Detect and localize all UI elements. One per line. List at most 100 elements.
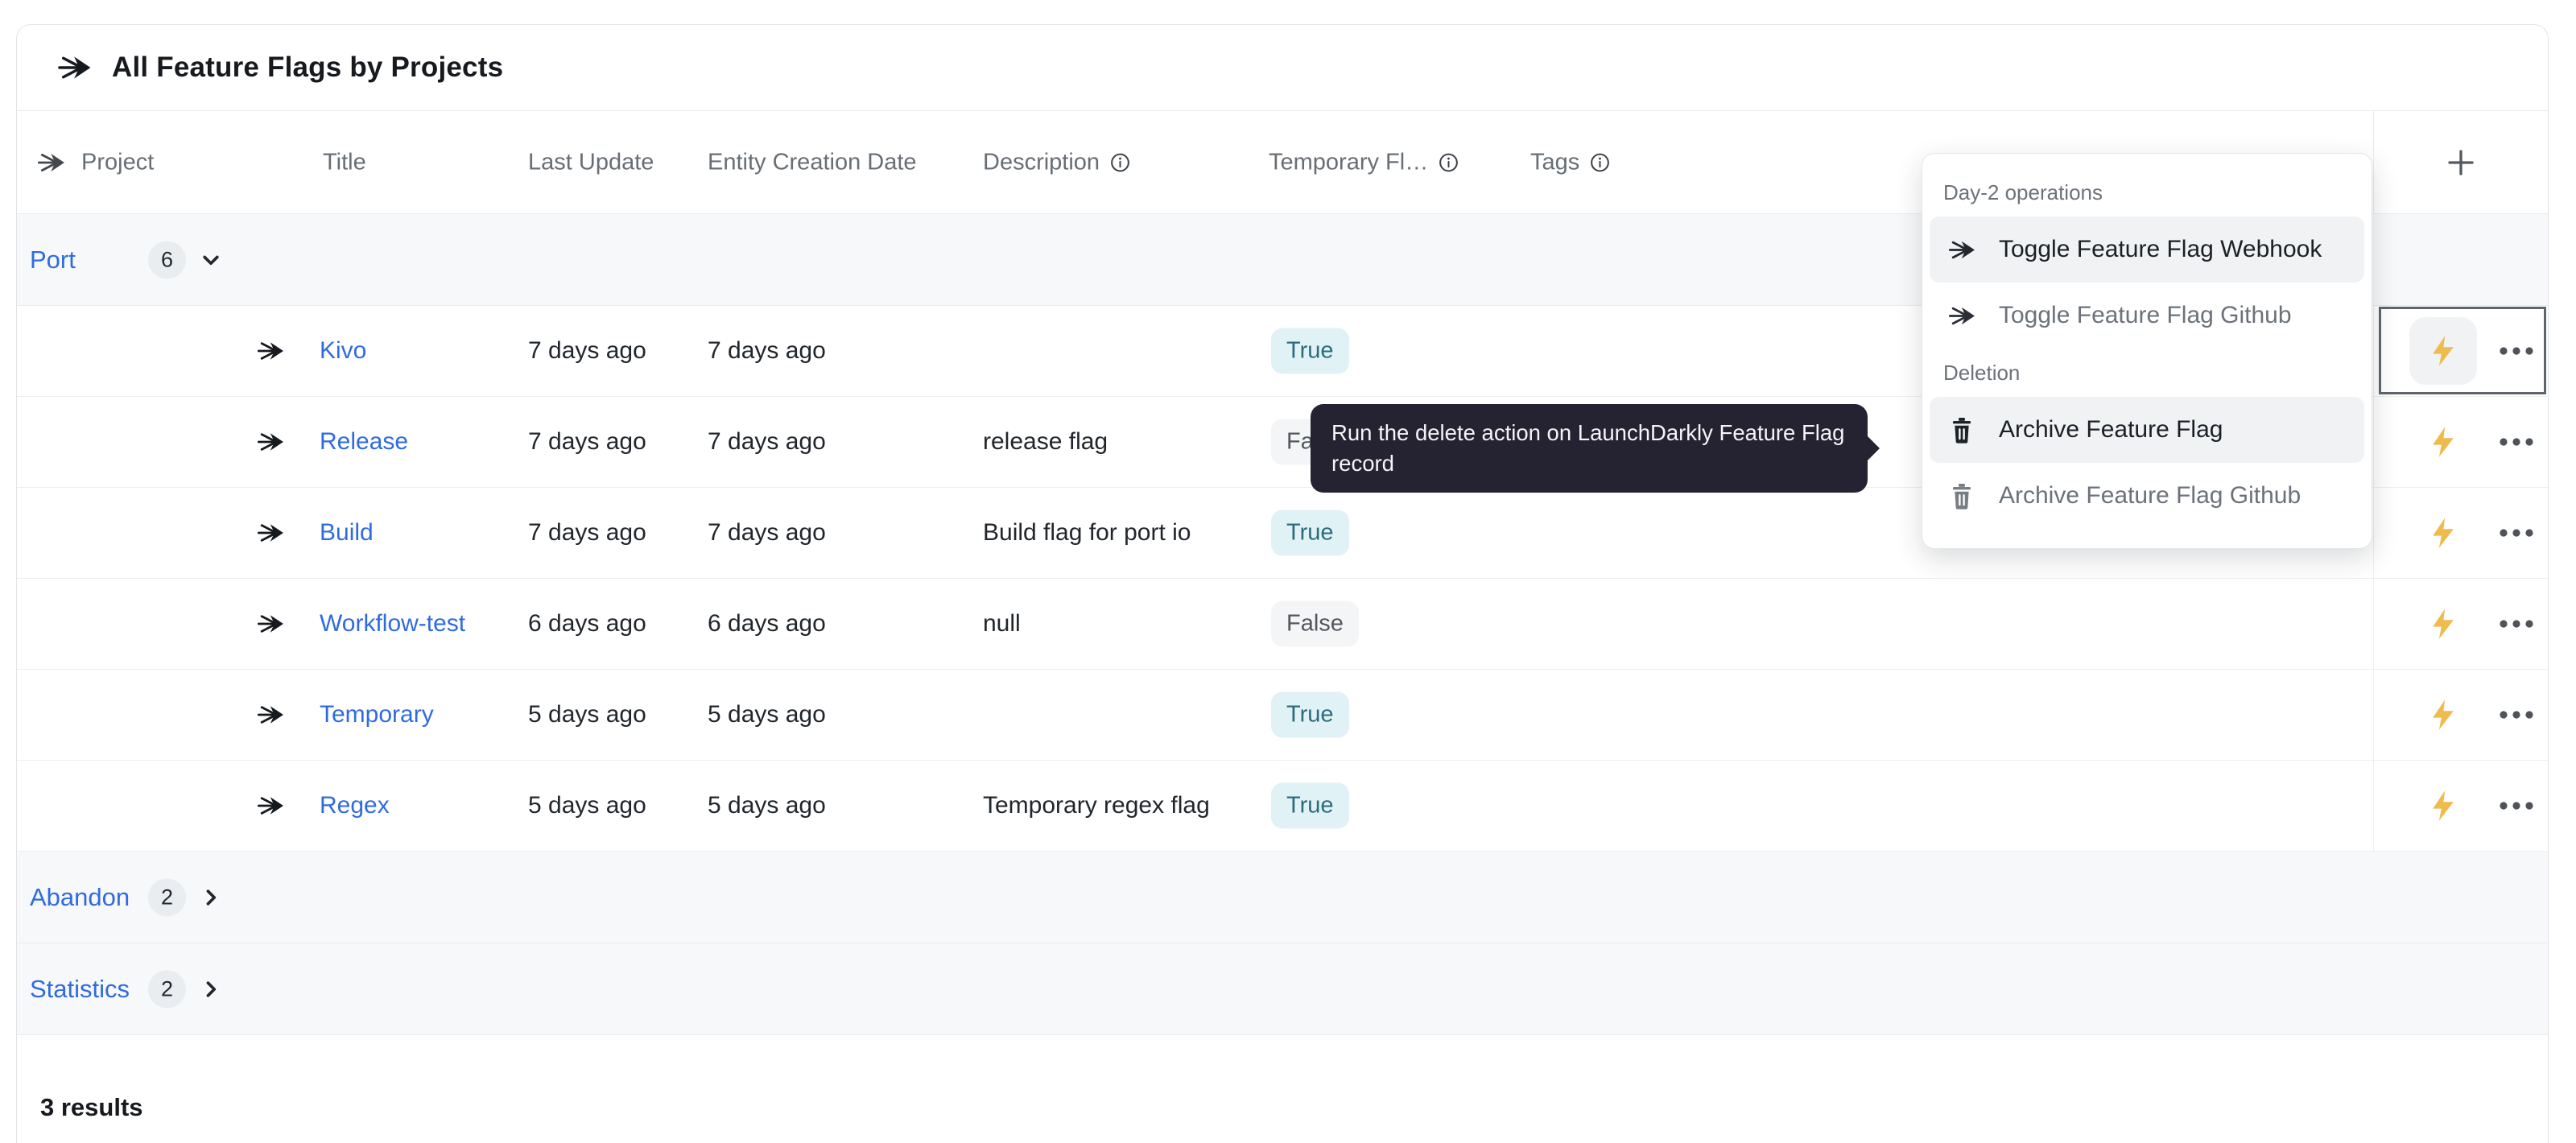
row-actions-cell bbox=[2373, 761, 2548, 851]
run-action-button[interactable] bbox=[2409, 408, 2477, 476]
temporary-flag-badge: True bbox=[1271, 510, 1349, 556]
temporary-flag-badge: True bbox=[1271, 692, 1349, 738]
creation-date-value: 6 days ago bbox=[708, 610, 826, 638]
more-actions-button[interactable] bbox=[2496, 691, 2537, 739]
temporary-flag-badge: True bbox=[1271, 783, 1349, 829]
entity-arrow-icon bbox=[257, 792, 285, 820]
more-actions-button[interactable] bbox=[2496, 600, 2537, 648]
chevron-right-icon[interactable] bbox=[197, 884, 225, 911]
port-arrow-icon bbox=[1947, 236, 1976, 264]
badge-true: True bbox=[1271, 783, 1349, 829]
description-value: release flag bbox=[983, 428, 1108, 456]
add-column-button[interactable] bbox=[2444, 146, 2478, 179]
badge-true: True bbox=[1271, 692, 1349, 738]
entity-arrow-icon bbox=[257, 337, 285, 365]
entity-arrow-icon bbox=[257, 428, 285, 456]
actions-dropdown-menu: Day-2 operations Toggle Feature Flag Web… bbox=[1922, 153, 2372, 549]
row-actions-cell-selected bbox=[2373, 306, 2548, 396]
table-row: Temporary 5 days ago 5 days ago True bbox=[17, 670, 2548, 761]
column-header-project[interactable]: Project bbox=[81, 149, 154, 175]
entity-link[interactable]: Temporary bbox=[320, 701, 434, 728]
entity-link[interactable]: Regex bbox=[320, 792, 390, 819]
menu-item-label: Archive Feature Flag bbox=[1999, 416, 2223, 444]
creation-date-value: 5 days ago bbox=[708, 792, 826, 819]
last-update-value: 6 days ago bbox=[528, 610, 646, 638]
run-action-button[interactable] bbox=[2409, 499, 2477, 567]
chevron-down-icon[interactable] bbox=[197, 246, 225, 274]
description-value: null bbox=[983, 610, 1021, 638]
row-actions-cell bbox=[2373, 579, 2548, 669]
column-header-description[interactable]: Description bbox=[983, 149, 1131, 175]
more-actions-button[interactable] bbox=[2496, 782, 2537, 830]
more-actions-button[interactable] bbox=[2496, 327, 2537, 375]
info-icon[interactable] bbox=[1438, 151, 1459, 173]
badge-true: True bbox=[1271, 328, 1349, 374]
menu-item-toggle-feature-flag-github[interactable]: Toggle Feature Flag Github bbox=[1930, 283, 2364, 349]
run-action-button[interactable] bbox=[2409, 590, 2477, 658]
group-count-badge: 2 bbox=[148, 970, 186, 1008]
trash-icon bbox=[1947, 482, 1976, 510]
table-row: Regex 5 days ago 5 days ago Temporary re… bbox=[17, 761, 2548, 852]
chevron-right-icon[interactable] bbox=[197, 976, 225, 1003]
column-header-temporary-flag[interactable]: Temporary Fl… bbox=[1269, 149, 1459, 175]
group-link-port[interactable]: Port bbox=[30, 246, 76, 274]
entity-link[interactable]: Build bbox=[320, 519, 374, 547]
more-actions-button[interactable] bbox=[2496, 509, 2537, 557]
title-bar: All Feature Flags by Projects bbox=[17, 25, 2548, 111]
port-arrow-icon bbox=[1947, 302, 1976, 330]
tooltip-text: Run the delete action on LaunchDarkly Fe… bbox=[1331, 420, 1844, 476]
project-arrow-icon bbox=[37, 148, 66, 177]
group-row-abandon: Abandon 2 bbox=[17, 852, 2548, 943]
description-value: Temporary regex flag bbox=[983, 792, 1210, 819]
more-actions-button[interactable] bbox=[2496, 418, 2537, 466]
menu-item-toggle-feature-flag-webhook[interactable]: Toggle Feature Flag Webhook bbox=[1930, 217, 2364, 283]
run-action-button[interactable] bbox=[2409, 772, 2477, 840]
row-actions-cell bbox=[2373, 670, 2548, 760]
entity-link[interactable]: Kivo bbox=[320, 337, 366, 365]
badge-true: True bbox=[1271, 510, 1349, 556]
column-header-title[interactable]: Title bbox=[323, 149, 366, 175]
menu-section-deletion: Deletion bbox=[1922, 349, 2372, 397]
table-footer: 3 results bbox=[17, 1035, 2548, 1132]
run-action-button[interactable] bbox=[2409, 681, 2477, 749]
entity-arrow-icon bbox=[257, 610, 285, 638]
group-link-statistics[interactable]: Statistics bbox=[30, 975, 130, 1004]
run-action-button[interactable] bbox=[2409, 317, 2477, 385]
column-header-description-label: Description bbox=[983, 149, 1100, 175]
entity-link[interactable]: Release bbox=[320, 428, 408, 456]
page-title: All Feature Flags by Projects bbox=[112, 52, 503, 84]
action-tooltip: Run the delete action on LaunchDarkly Fe… bbox=[1311, 404, 1868, 493]
menu-item-label: Toggle Feature Flag Webhook bbox=[1999, 236, 2322, 263]
group-link-abandon[interactable]: Abandon bbox=[30, 883, 130, 912]
last-update-value: 7 days ago bbox=[528, 519, 646, 547]
entity-arrow-icon bbox=[257, 519, 285, 547]
entity-link[interactable]: Workflow-test bbox=[320, 610, 465, 638]
info-icon[interactable] bbox=[1109, 151, 1131, 173]
group-count-badge: 6 bbox=[148, 241, 186, 279]
last-update-value: 5 days ago bbox=[528, 701, 646, 728]
row-actions-cell bbox=[2373, 488, 2548, 578]
creation-date-value: 7 days ago bbox=[708, 519, 826, 547]
menu-item-label: Toggle Feature Flag Github bbox=[1999, 302, 2292, 329]
column-header-entity-creation-date[interactable]: Entity Creation Date bbox=[708, 149, 917, 175]
column-header-tags-label: Tags bbox=[1530, 149, 1579, 175]
column-header-last-update[interactable]: Last Update bbox=[528, 149, 654, 175]
trash-icon bbox=[1947, 416, 1976, 444]
menu-section-day2-operations: Day-2 operations bbox=[1922, 168, 2372, 217]
menu-item-label: Archive Feature Flag Github bbox=[1999, 482, 2301, 510]
temporary-flag-badge: False bbox=[1271, 601, 1359, 647]
group-count-badge: 2 bbox=[148, 878, 186, 916]
creation-date-value: 7 days ago bbox=[708, 428, 826, 456]
column-header-temporary-flag-label: Temporary Fl… bbox=[1269, 149, 1428, 175]
info-icon[interactable] bbox=[1589, 151, 1611, 173]
group-row-statistics: Statistics 2 bbox=[17, 943, 2548, 1035]
column-header-tags[interactable]: Tags bbox=[1530, 149, 1611, 175]
last-update-value: 5 days ago bbox=[528, 792, 646, 819]
menu-item-archive-feature-flag-github[interactable]: Archive Feature Flag Github bbox=[1930, 463, 2364, 529]
menu-item-archive-feature-flag[interactable]: Archive Feature Flag bbox=[1930, 397, 2364, 463]
badge-false: False bbox=[1271, 601, 1359, 647]
port-arrow-icon bbox=[57, 50, 93, 85]
creation-date-value: 7 days ago bbox=[708, 337, 826, 365]
entity-arrow-icon bbox=[257, 701, 285, 729]
description-value: Build flag for port io bbox=[983, 519, 1191, 547]
